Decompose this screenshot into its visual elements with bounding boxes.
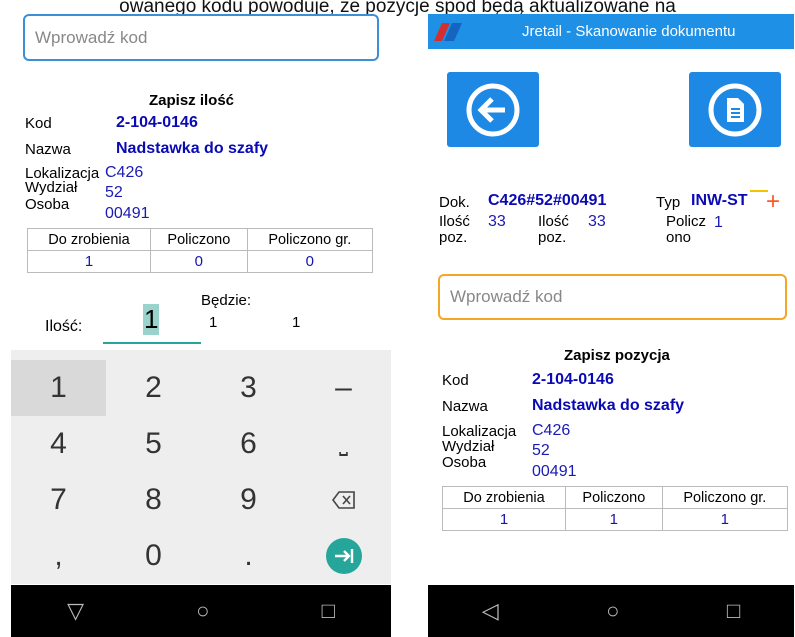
status-table: Do zrobienia Policzono Policzono gr. 1 0… bbox=[26, 228, 374, 273]
osoba-value: 00491 bbox=[532, 463, 577, 480]
key-minus[interactable]: – bbox=[296, 360, 391, 416]
back-icon[interactable]: ▽ bbox=[67, 598, 84, 624]
recents-icon[interactable]: □ bbox=[727, 598, 740, 624]
app-logo-icon bbox=[434, 22, 462, 41]
table-header: Policzono bbox=[150, 228, 248, 251]
next-arrow-icon bbox=[325, 538, 362, 574]
qty-value: 1 bbox=[143, 304, 160, 335]
dok-label: Dok. bbox=[439, 194, 470, 211]
back-icon[interactable]: ◁ bbox=[482, 598, 499, 624]
document-icon bbox=[708, 83, 762, 136]
dok-value: C426#52#00491 bbox=[488, 192, 607, 209]
lokalizacja-value: C426 bbox=[532, 422, 571, 439]
document-button[interactable] bbox=[689, 72, 781, 147]
policzono-label: Policz ono bbox=[666, 214, 706, 246]
backspace-icon bbox=[331, 491, 355, 509]
osoba-label: Osoba bbox=[25, 196, 70, 213]
backspace-key[interactable] bbox=[296, 472, 391, 528]
key-3[interactable]: 3 bbox=[201, 360, 296, 416]
arrow-left-icon bbox=[466, 83, 520, 136]
bedzie-value-b: 1 bbox=[292, 314, 301, 331]
typ-label: Typ bbox=[656, 194, 681, 211]
next-key[interactable] bbox=[296, 528, 391, 584]
osoba-label: Osoba bbox=[442, 454, 487, 471]
left-screen: Wprowadź kod Zapisz ilość Kod 2-104-0146… bbox=[11, 14, 391, 637]
kod-label: Kod bbox=[25, 115, 52, 132]
table-cell: 1 bbox=[441, 508, 567, 531]
key-1[interactable]: 1 bbox=[11, 360, 106, 416]
ilosc-poz-label-b: poz. bbox=[439, 229, 468, 246]
section-title: Zapisz pozycja bbox=[564, 347, 670, 364]
home-icon[interactable]: ○ bbox=[606, 598, 619, 624]
table-header: Do zrobienia bbox=[441, 486, 567, 509]
section-title: Zapisz ilość bbox=[149, 92, 235, 109]
key-4[interactable]: 4 bbox=[11, 416, 106, 472]
kod-value: 2-104-0146 bbox=[532, 371, 614, 388]
nazwa-label: Nazwa bbox=[25, 141, 71, 158]
add-plus-icon[interactable]: + bbox=[766, 190, 780, 214]
ilosc-poz-2-value: 33 bbox=[588, 213, 606, 230]
key-7[interactable]: 7 bbox=[11, 472, 106, 528]
numeric-keyboard: 1 2 3 – 4 5 6 ⎵ 7 8 9 , 0 . bbox=[11, 350, 391, 584]
key-0[interactable]: 0 bbox=[106, 528, 201, 584]
table-cell: 0 bbox=[246, 250, 374, 273]
table-header: Do zrobienia bbox=[26, 228, 152, 251]
key-space[interactable]: ⎵ bbox=[296, 416, 391, 472]
ilosc-poz-label-a: Ilość bbox=[439, 213, 470, 230]
table-header: Policzono gr. bbox=[246, 228, 374, 251]
ilosc-poz-label: Ilość poz. bbox=[439, 214, 470, 246]
navigation-bar: ◁ ○ □ bbox=[428, 585, 794, 637]
policzono-label-a: Policz bbox=[666, 213, 707, 230]
kod-label: Kod bbox=[442, 372, 469, 389]
key-2[interactable]: 2 bbox=[106, 360, 201, 416]
typ-value: INW-ST bbox=[691, 192, 748, 209]
table-cell: 0 bbox=[150, 250, 248, 273]
table-cell: 1 bbox=[565, 508, 663, 531]
wydzial-label: Wydział bbox=[442, 438, 495, 455]
ilosc-poz-2-label-a: Ilość bbox=[538, 213, 569, 230]
nazwa-value: Nadstawka do szafy bbox=[116, 140, 269, 157]
search-input[interactable]: Wprowadź kod bbox=[438, 274, 787, 320]
home-icon[interactable]: ○ bbox=[196, 598, 209, 624]
key-5[interactable]: 5 bbox=[106, 416, 201, 472]
table-header: Policzono gr. bbox=[661, 486, 789, 509]
qty-label: Ilość: bbox=[45, 318, 83, 335]
recents-icon[interactable]: □ bbox=[322, 598, 335, 624]
bedzie-value-a: 1 bbox=[209, 314, 218, 331]
search-input[interactable]: Wprowadź kod bbox=[23, 14, 379, 61]
key-dot[interactable]: . bbox=[201, 528, 296, 584]
table-cell: 1 bbox=[661, 508, 789, 531]
wydzial-value: 52 bbox=[532, 442, 550, 459]
table-cell: 1 bbox=[26, 250, 152, 273]
nazwa-value: Nadstawka do szafy bbox=[532, 397, 685, 414]
app-title: Jretail - Skanowanie dokumentu bbox=[522, 23, 736, 40]
nazwa-label: Nazwa bbox=[442, 398, 488, 415]
osoba-value: 00491 bbox=[105, 205, 150, 222]
policzono-label-b: ono bbox=[666, 229, 692, 246]
ilosc-poz-2-label-b: poz. bbox=[538, 229, 567, 246]
key-8[interactable]: 8 bbox=[106, 472, 201, 528]
navigation-bar: ▽ ○ □ bbox=[11, 585, 391, 637]
qty-input[interactable]: 1 bbox=[103, 300, 201, 344]
wydzial-label: Wydział bbox=[25, 179, 78, 196]
key-9[interactable]: 9 bbox=[201, 472, 296, 528]
key-comma[interactable]: , bbox=[11, 528, 106, 584]
table-header: Policzono bbox=[565, 486, 663, 509]
lokalizacja-value: C426 bbox=[105, 164, 144, 181]
status-table: Do zrobienia Policzono Policzono gr. 1 1… bbox=[441, 486, 789, 531]
policzono-value: 1 bbox=[714, 214, 723, 231]
ilosc-poz-value: 33 bbox=[488, 213, 506, 230]
wydzial-value: 52 bbox=[105, 184, 123, 201]
kod-value: 2-104-0146 bbox=[116, 114, 198, 131]
back-button[interactable] bbox=[447, 72, 539, 147]
right-screen: Jretail - Skanowanie dokumentu Dok. C426… bbox=[428, 14, 794, 637]
bedzie-label: Będzie: bbox=[201, 292, 252, 309]
key-6[interactable]: 6 bbox=[201, 416, 296, 472]
ilosc-poz-2-label: Ilość poz. bbox=[538, 214, 569, 246]
app-bar: Jretail - Skanowanie dokumentu bbox=[428, 14, 794, 49]
